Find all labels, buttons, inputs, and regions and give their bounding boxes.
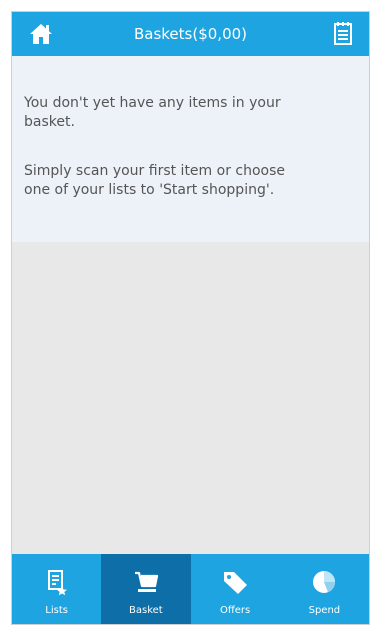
empty-basket-text: You don't yet have any items in your bas… (24, 95, 281, 130)
top-bar: Baskets($0,00) (12, 12, 369, 56)
start-shopping-hint: Simply scan your first item or choose on… (24, 163, 286, 198)
tab-spend-label: Spend (308, 605, 341, 616)
tab-spend[interactable]: Spend (280, 554, 369, 624)
notepad-icon (334, 22, 352, 45)
tab-basket[interactable]: Basket (101, 554, 191, 624)
cart-icon (134, 571, 158, 592)
tab-offers-label: Offers (220, 605, 251, 616)
list-button[interactable] (332, 21, 354, 47)
list-star-icon (47, 570, 67, 596)
basket-content-area (12, 242, 369, 556)
tab-lists-label: Lists (45, 605, 68, 616)
tab-lists[interactable]: Lists (12, 554, 101, 624)
app-window: Baskets($0,00) You don't yet have any it… (11, 11, 370, 625)
pie-chart-icon (313, 571, 336, 593)
bottom-nav: Lists Basket Offers Spend (12, 554, 369, 624)
tab-offers[interactable]: Offers (191, 554, 280, 624)
tab-basket-label: Basket (129, 605, 163, 616)
page-title: Baskets($0,00) (133, 25, 248, 43)
tag-icon (224, 572, 248, 594)
empty-basket-message: You don't yet have any items in your bas… (12, 56, 369, 242)
